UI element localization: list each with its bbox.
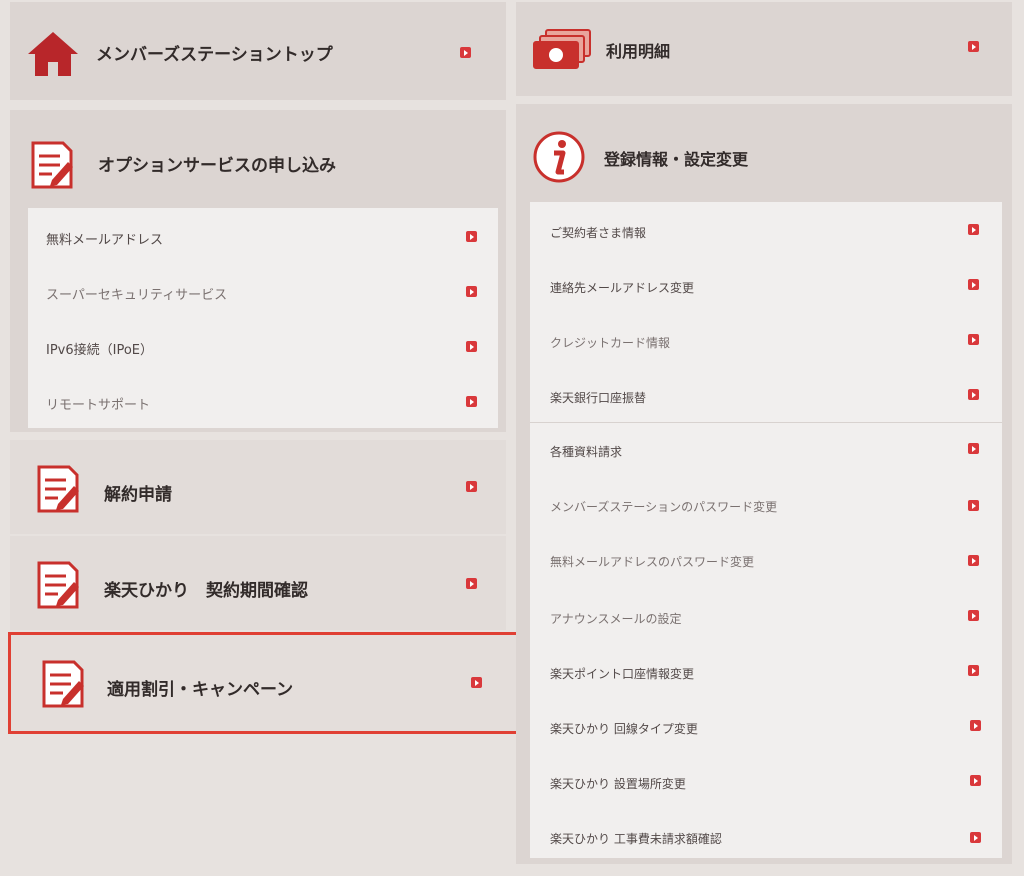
arrow-right-icon <box>968 334 979 345</box>
arrow-right-icon <box>466 396 477 407</box>
option-item-label: スーパーセキュリティサービス <box>46 288 228 303</box>
option-item-label: リモートサポート <box>46 398 151 413</box>
members-station-top-label: メンバーズステーショントップ <box>96 45 333 65</box>
registration-item[interactable]: アナウンスメールの設定 <box>530 588 1002 643</box>
arrow-right-icon <box>466 231 477 242</box>
registration-item-label: ご契約者さま情報 <box>550 226 647 240</box>
arrow-right-icon <box>466 286 477 297</box>
arrow-right-icon <box>460 47 471 58</box>
registration-item-label: 楽天ひかり 回線タイプ変更 <box>550 722 698 736</box>
registration-item-label: 無料メールアドレスのパスワード変更 <box>550 555 755 569</box>
home-icon <box>28 32 78 76</box>
arrow-right-icon <box>970 775 981 786</box>
registration-settings-list: ご契約者さま情報 連絡先メールアドレス変更 クレジットカード情報 楽天銀行口座振… <box>530 202 1002 858</box>
registration-settings-panel: 登録情報・設定変更 ご契約者さま情報 連絡先メールアドレス変更 クレジットカード… <box>516 104 1012 864</box>
document-edit-icon <box>37 561 79 609</box>
document-edit-icon <box>42 660 84 708</box>
arrow-right-icon <box>466 341 477 352</box>
contract-period-item[interactable]: 楽天ひかり 契約期間確認 <box>10 536 506 630</box>
discount-campaign-label: 適用割引・キャンペーン <box>107 680 294 700</box>
arrow-right-icon <box>970 720 981 731</box>
registration-item-label: アナウンスメールの設定 <box>550 612 682 626</box>
discount-campaign-item[interactable]: 適用割引・キャンペーン <box>8 632 520 734</box>
arrow-right-icon <box>968 224 979 235</box>
arrow-right-icon <box>466 578 477 589</box>
registration-item[interactable]: メンバーズステーションのパスワード変更 <box>530 478 1002 533</box>
arrow-right-icon <box>968 665 979 676</box>
registration-settings-title: 登録情報・設定変更 <box>604 150 749 169</box>
usage-details-label: 利用明細 <box>606 42 671 61</box>
info-icon <box>533 131 585 183</box>
registration-item[interactable]: 楽天ひかり 回線タイプ変更 <box>530 698 1002 753</box>
arrow-right-icon <box>968 389 979 400</box>
arrow-right-icon <box>968 500 979 511</box>
option-services-list: 無料メールアドレス スーパーセキュリティサービス IPv6接続（IPoE） リモ… <box>28 208 498 428</box>
registration-item[interactable]: 楽天ひかり 設置場所変更 <box>530 753 1002 808</box>
cancellation-request-item[interactable]: 解約申請 <box>10 440 506 534</box>
option-item-free-mail[interactable]: 無料メールアドレス <box>28 208 498 263</box>
document-edit-icon <box>31 141 73 189</box>
option-item-label: IPv6接続（IPoE） <box>46 343 154 358</box>
registration-item-label: 各種資料請求 <box>550 445 623 459</box>
registration-item-label: 楽天ひかり 工事費未請求額確認 <box>550 832 722 846</box>
money-icon <box>533 29 591 69</box>
document-edit-icon <box>37 465 79 513</box>
arrow-right-icon <box>970 832 981 843</box>
contract-period-label: 楽天ひかり 契約期間確認 <box>104 581 308 601</box>
arrow-right-icon <box>471 677 482 688</box>
arrow-right-icon <box>466 481 477 492</box>
registration-item-label: クレジットカード情報 <box>550 336 671 350</box>
arrow-right-icon <box>968 41 979 52</box>
arrow-right-icon <box>968 610 979 621</box>
usage-details-panel[interactable]: 利用明細 <box>516 2 1012 96</box>
option-services-title: オプションサービスの申し込み <box>98 156 336 176</box>
cancellation-request-label: 解約申請 <box>104 485 172 505</box>
registration-item[interactable]: 連絡先メールアドレス変更 <box>530 257 1002 312</box>
option-item-remote-support[interactable]: リモートサポート <box>28 373 498 428</box>
registration-item[interactable]: 各種資料請求 <box>530 423 1002 478</box>
registration-item[interactable]: 無料メールアドレスのパスワード変更 <box>530 533 1002 588</box>
registration-item-label: 楽天銀行口座振替 <box>550 391 647 405</box>
arrow-right-icon <box>968 555 979 566</box>
registration-item[interactable]: 楽天ひかり 工事費未請求額確認 <box>530 808 1002 858</box>
registration-item-label: メンバーズステーションのパスワード変更 <box>550 500 778 514</box>
registration-item-label: 楽天ひかり 設置場所変更 <box>550 777 686 791</box>
option-item-ipv6[interactable]: IPv6接続（IPoE） <box>28 318 498 373</box>
registration-item-label: 連絡先メールアドレス変更 <box>550 281 695 295</box>
option-services-panel: オプションサービスの申し込み 無料メールアドレス スーパーセキュリティサービス … <box>10 110 506 432</box>
registration-item[interactable]: クレジットカード情報 <box>530 312 1002 367</box>
registration-item[interactable]: 楽天銀行口座振替 <box>530 367 1002 422</box>
arrow-right-icon <box>968 443 979 454</box>
registration-item[interactable]: ご契約者さま情報 <box>530 202 1002 257</box>
registration-item[interactable]: 楽天ポイント口座情報変更 <box>530 643 1002 698</box>
registration-item-label: 楽天ポイント口座情報変更 <box>550 667 695 681</box>
arrow-right-icon <box>968 279 979 290</box>
option-item-super-security[interactable]: スーパーセキュリティサービス <box>28 263 498 318</box>
members-station-top-panel[interactable]: メンバーズステーショントップ <box>10 2 506 100</box>
option-item-label: 無料メールアドレス <box>46 233 164 248</box>
